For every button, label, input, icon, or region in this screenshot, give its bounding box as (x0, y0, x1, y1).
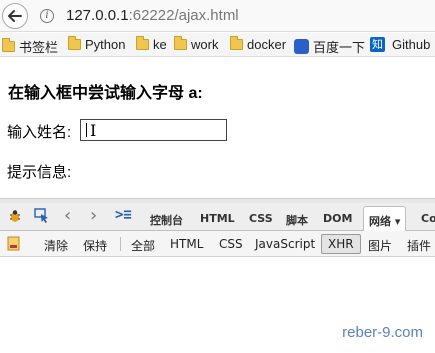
network-filter-bar: 清除 保持 全部 HTML CSS JavaScript XHR 图片 插件 (0, 231, 435, 257)
name-label: 输入姓名: (7, 124, 72, 141)
url-port: :62222 (128, 7, 175, 24)
name-input[interactable] (80, 119, 227, 141)
tab-console[interactable]: 控制台 (150, 212, 183, 228)
tab-script[interactable]: 脚本 (286, 212, 308, 228)
zhihu-icon: 知 (370, 37, 385, 52)
folder-icon (68, 36, 81, 50)
bookmark-ke[interactable]: ke (136, 36, 167, 52)
folder-icon (174, 36, 187, 50)
firebug-icon[interactable] (8, 209, 22, 223)
filter-plugins[interactable]: 插件 (407, 237, 431, 254)
watermark: reber-9.com (342, 324, 423, 341)
filter-images[interactable]: 图片 (368, 237, 392, 254)
bookmark-python[interactable]: Python (68, 36, 126, 52)
folder-icon (136, 36, 149, 50)
bookmark-label: 百度一下 (313, 40, 366, 55)
bookmark-docker[interactable]: docker (230, 36, 287, 52)
bookmark-label: 书签栏 (19, 40, 59, 55)
bookmark-label: docker (247, 37, 287, 52)
filter-javascript[interactable]: JavaScript (255, 237, 315, 251)
folder-icon (2, 38, 15, 52)
tab-css[interactable]: CSS (249, 212, 273, 225)
address-field[interactable]: 127.0.0.1:62222/ajax.html (66, 7, 239, 24)
bookmarks-bar: 书签栏 Python ke work docker 百度一下 知 Github (0, 33, 435, 57)
tab-dom[interactable]: DOM (323, 212, 352, 225)
bookmark-label: ke (153, 37, 167, 52)
folder-icon (230, 36, 243, 50)
filter-xhr[interactable]: XHR (321, 234, 361, 254)
info-icon[interactable]: i (40, 9, 54, 23)
bookmark-baidu[interactable]: 百度一下 (294, 37, 365, 56)
back-button[interactable] (2, 3, 28, 29)
hint-label: 提示信息: (7, 164, 72, 181)
bookmark-label: Github (392, 37, 431, 52)
page-title: 在输入框中尝试输入字母 a: (8, 85, 203, 102)
filter-html[interactable]: HTML (170, 237, 203, 251)
url-bar: i 127.0.0.1:62222/ajax.html (0, 0, 435, 32)
bookmark-github[interactable]: Github (392, 37, 430, 52)
url-path: /ajax.html (174, 7, 239, 24)
text-caret (86, 123, 87, 137)
tab-html[interactable]: HTML (200, 212, 235, 225)
bookmark-label: work (191, 37, 219, 52)
ibeam-cursor-icon: I (90, 121, 97, 140)
bookmark-work[interactable]: work (174, 36, 219, 52)
network-panel-icon (7, 236, 20, 251)
tab-network[interactable]: 网络 ▾ (363, 206, 407, 232)
persist-button[interactable]: 保持 (83, 237, 107, 254)
tab-cookies[interactable]: Co (421, 212, 435, 225)
clear-button[interactable]: 清除 (44, 237, 68, 254)
bookmark-zhihu[interactable]: 知 (370, 37, 389, 52)
filter-all[interactable]: 全部 (131, 237, 155, 254)
bookmark-bookmarks-bar[interactable]: 书签栏 (2, 37, 58, 56)
back-icon[interactable]: ‹ (64, 205, 71, 226)
baidu-paw-icon (294, 39, 309, 54)
url-host: 127.0.0.1 (66, 7, 129, 24)
arrow-left-icon (8, 10, 22, 22)
filter-css[interactable]: CSS (219, 237, 243, 251)
command-line-icon[interactable]: >≡ (115, 207, 132, 223)
bookmark-label: Python (85, 37, 126, 52)
forward-icon[interactable]: › (90, 205, 97, 226)
inspect-element-icon[interactable] (34, 208, 50, 224)
separator (120, 237, 121, 251)
